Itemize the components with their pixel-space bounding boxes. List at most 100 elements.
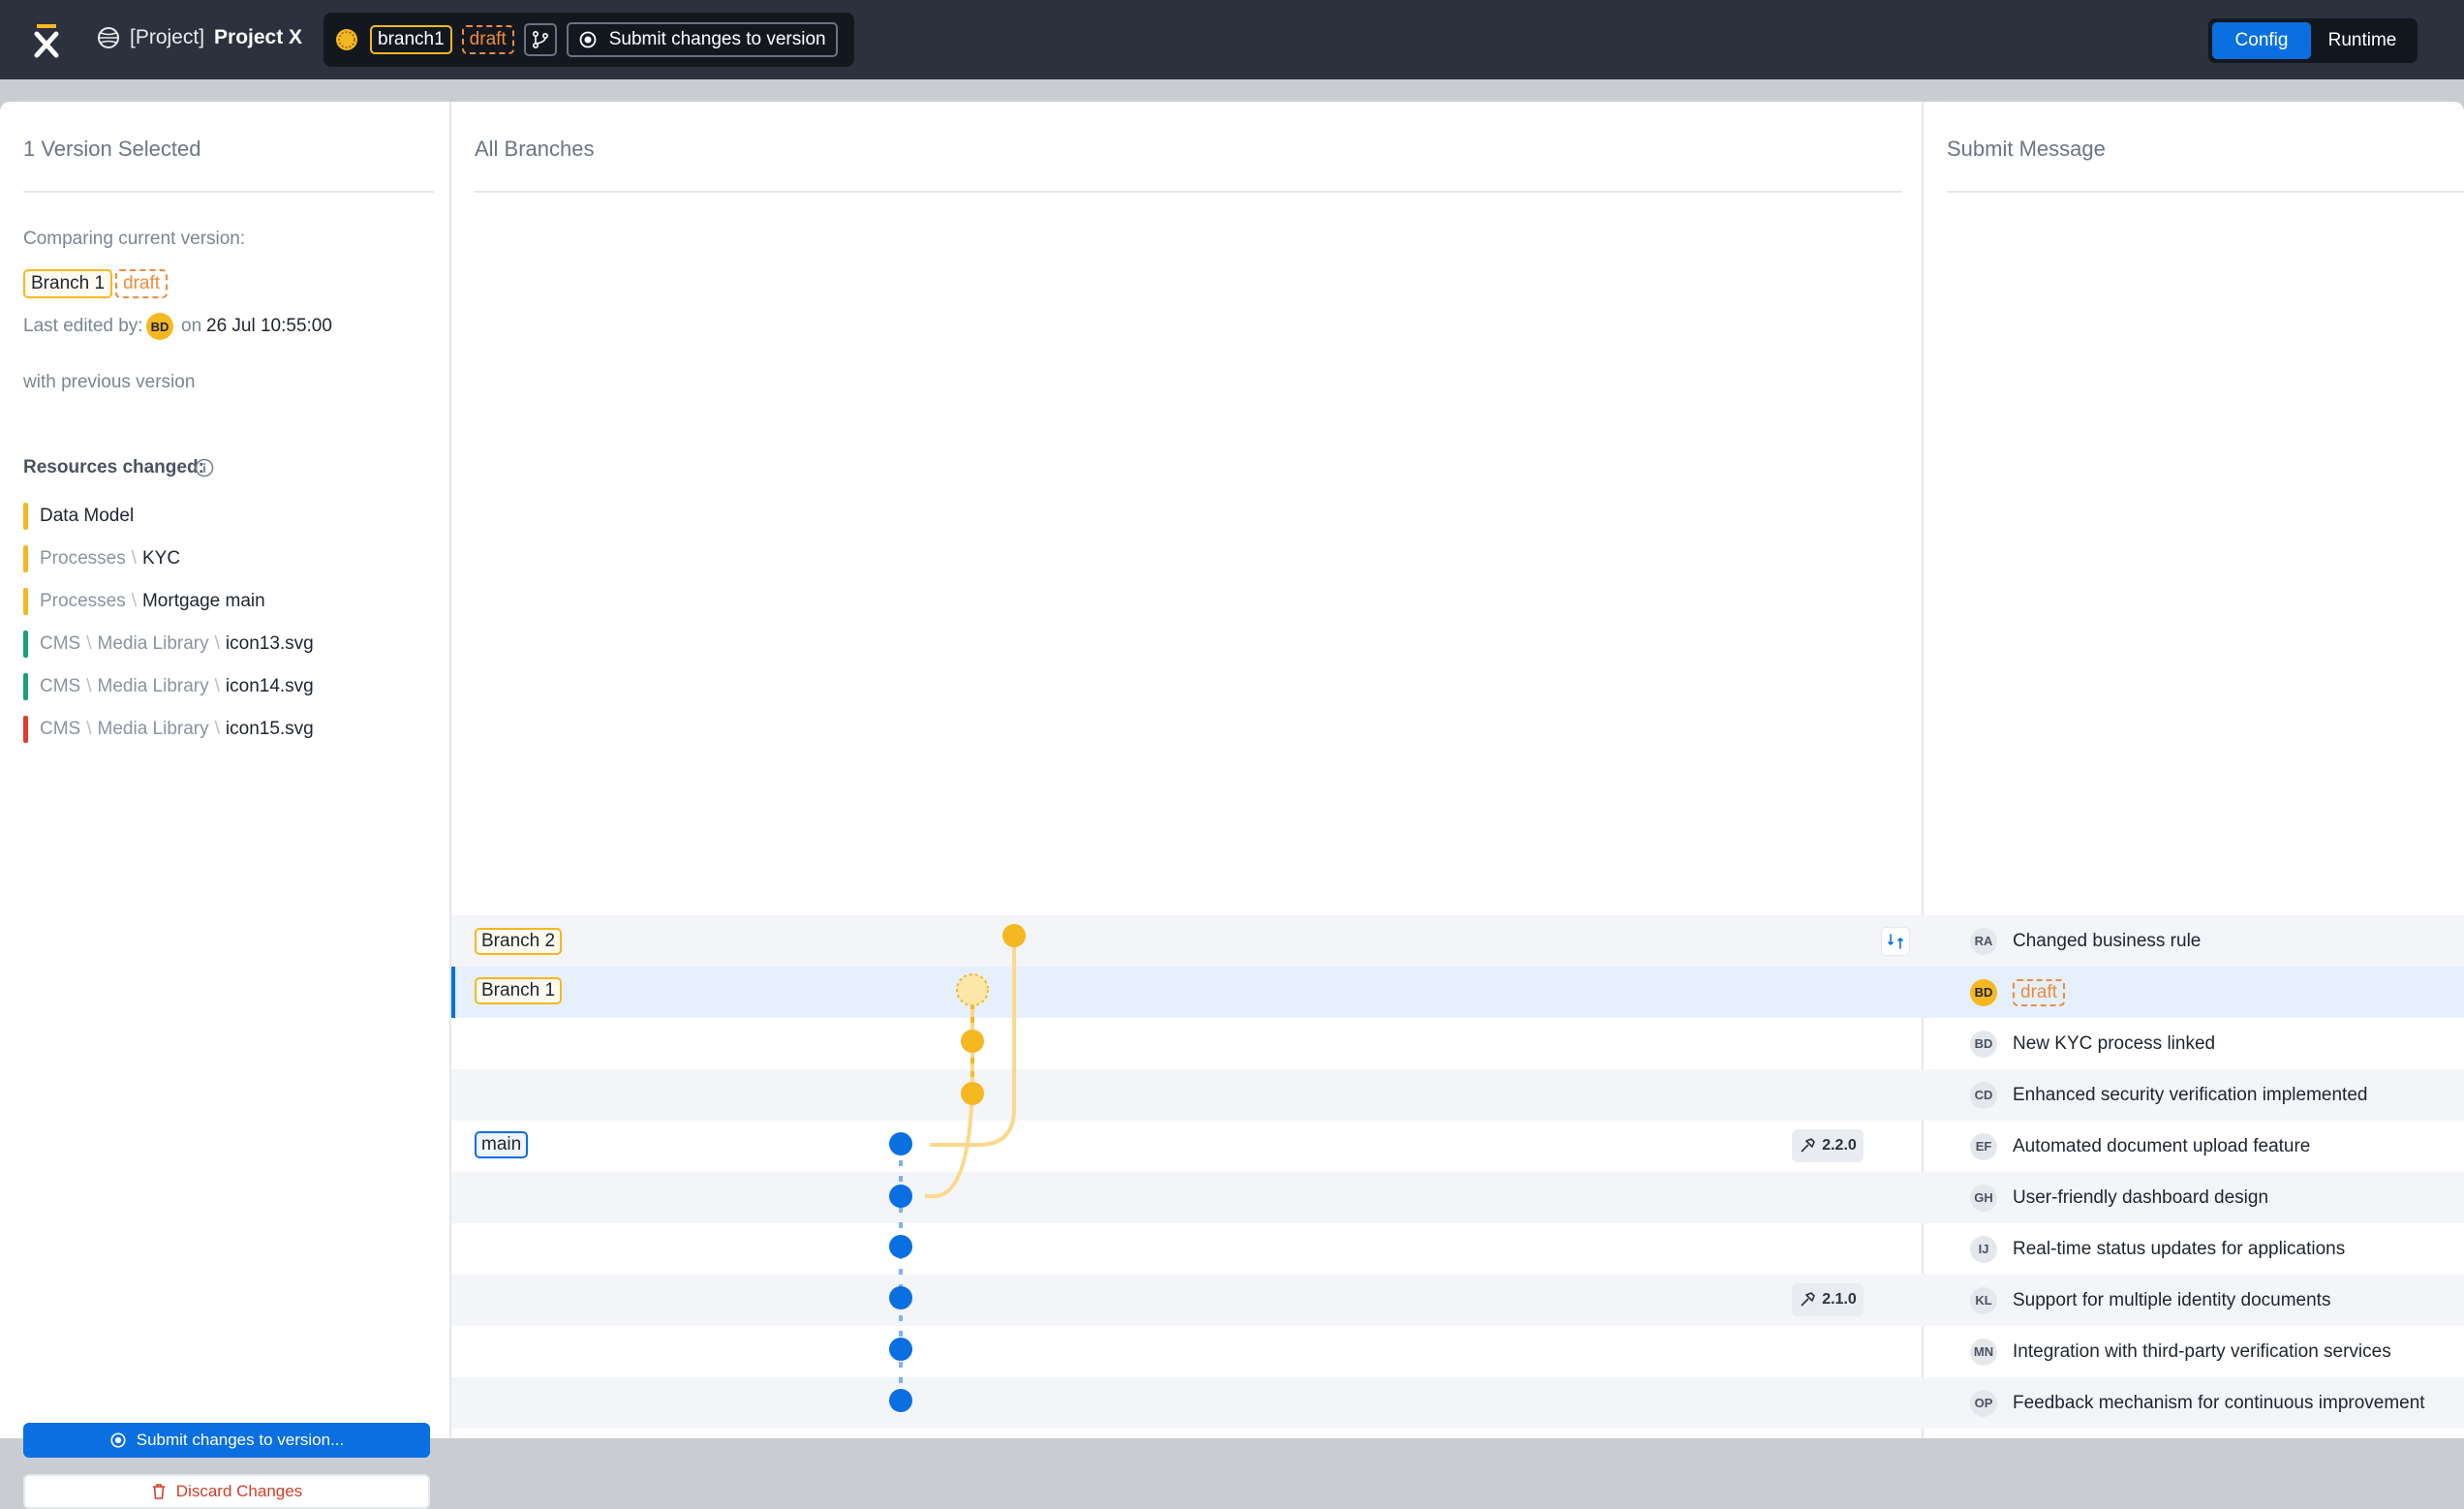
resource-path: Media Library <box>97 633 209 654</box>
submit-message-panel: Submit Message RA Changed business rule BD… <box>1924 102 2464 1438</box>
resource-item[interactable]: CMS \ Media Library \ icon13.svg <box>23 631 314 658</box>
commit-node[interactable] <box>889 1132 912 1155</box>
message-row[interactable]: KL Support for multiple identity document… <box>1924 1275 2464 1326</box>
project-prefix: [Project] <box>130 26 205 48</box>
version-details-panel: 1 Version Selected Comparing current ver… <box>0 102 451 1509</box>
resource-path: CMS <box>40 719 81 739</box>
branch-toolbar: branch1 draft Submit changes to version <box>323 13 854 67</box>
message-row[interactable]: BD draft <box>1924 967 2464 1018</box>
resource-item[interactable]: CMS \ Media Library \ icon14.svg <box>23 673 314 700</box>
project-name: Project X <box>214 26 303 48</box>
resource-item[interactable]: Data Model <box>23 503 134 530</box>
record-icon <box>110 1432 126 1448</box>
app-logo-icon[interactable] <box>27 21 66 60</box>
commit-node[interactable] <box>889 1185 912 1208</box>
message-row[interactable]: RA Changed business rule <box>1924 915 2464 967</box>
resources-label: Resources changed: <box>23 457 204 477</box>
info-icon[interactable] <box>194 457 215 478</box>
mode-config-button[interactable]: Config <box>2212 22 2311 59</box>
compare-draft-badge: draft <box>115 269 169 298</box>
panel-title: Submit Message <box>1947 137 2106 161</box>
compare-branch-badge: Branch 1 <box>23 269 113 298</box>
current-branch-badge[interactable]: branch1 <box>370 25 452 54</box>
commit-node[interactable] <box>961 1082 984 1105</box>
on-label: on <box>181 316 202 336</box>
commit-node[interactable] <box>889 1235 912 1258</box>
resource-name: Data Model <box>40 506 135 526</box>
globe-icon <box>98 27 119 48</box>
resource-path: CMS <box>40 633 81 654</box>
path-separator: \ <box>86 719 92 739</box>
resource-status-bar <box>23 716 28 743</box>
path-separator: \ <box>214 633 220 654</box>
resource-path: Processes <box>40 591 126 611</box>
resource-name: KYC <box>141 548 181 569</box>
path-separator: \ <box>214 676 220 696</box>
avatar: BD <box>1970 1030 1997 1058</box>
resource-item[interactable]: Processes \ KYC <box>23 545 180 572</box>
mode-runtime-button[interactable]: Runtime <box>2311 22 2414 59</box>
resource-status-bar <box>23 673 28 700</box>
last-edited-label: Last edited by: <box>23 316 143 336</box>
resource-path: CMS <box>40 676 81 696</box>
avatar: BD <box>146 313 173 340</box>
edited-date: 26 Jul 10:55:00 <box>206 316 332 336</box>
resource-status-bar <box>23 503 28 530</box>
draft-status-badge: draft <box>461 25 514 54</box>
resource-status-bar <box>23 588 28 615</box>
branch-graph-button[interactable] <box>523 23 557 56</box>
resource-item[interactable]: CMS \ Media Library \ icon15.svg <box>23 716 314 743</box>
resource-status-bar <box>23 631 28 658</box>
avatar: GH <box>1970 1184 1997 1212</box>
message-row[interactable]: EF Automated document upload feature <box>1924 1121 2464 1172</box>
project-breadcrumb[interactable]: [Project] Project X <box>97 26 302 49</box>
message-text: Support for multiple identity documents <box>2013 1289 2331 1310</box>
resource-item[interactable]: Processes \ Mortgage main <box>23 588 265 615</box>
draft-status-badge: draft <box>2013 978 2066 1006</box>
message-text: Real-time status updates for application… <box>2013 1238 2346 1259</box>
commit-node[interactable] <box>961 1030 984 1053</box>
message-text: Changed business rule <box>2013 930 2202 951</box>
message-row[interactable]: OP Feedback mechanism for continuous impr… <box>1924 1377 2464 1429</box>
message-row[interactable]: MN Integration with third-party verificat… <box>1924 1326 2464 1377</box>
discard-changes-button[interactable]: Discard Changes <box>23 1474 430 1509</box>
path-separator: \ <box>131 591 137 611</box>
path-separator: \ <box>86 633 92 654</box>
submit-changes-button[interactable]: Submit changes to version... <box>23 1423 430 1458</box>
comparing-label: Comparing current version: <box>23 229 246 249</box>
path-separator: \ <box>86 676 92 696</box>
commit-node[interactable] <box>889 1286 912 1309</box>
message-text: User-friendly dashboard design <box>2013 1186 2269 1208</box>
git-branch-icon <box>532 30 548 49</box>
toolbar-submit-button[interactable]: Submit changes to version <box>566 22 838 57</box>
avatar: IJ <box>1970 1235 1997 1263</box>
resource-name: icon14.svg <box>225 676 314 696</box>
mode-toggle: Config Runtime <box>2208 18 2418 63</box>
branch-status-icon <box>336 29 357 50</box>
message-text: Feedback mechanism for continuous improv… <box>2013 1392 2425 1413</box>
avatar: KL <box>1970 1286 1997 1314</box>
branches-panel: All Branches Branch 2 Branch 1 main 2.2.… <box>451 102 1924 1438</box>
toolbar-submit-label: Submit changes to version <box>608 29 826 49</box>
commit-node[interactable] <box>1002 924 1026 947</box>
submit-changes-label: Submit changes to version... <box>136 1431 345 1449</box>
resource-name: Mortgage main <box>141 591 265 611</box>
avatar: MN <box>1970 1338 1997 1366</box>
trash-icon <box>152 1484 165 1499</box>
resource-path: Processes <box>40 548 126 569</box>
message-row[interactable]: GH User-friendly dashboard design <box>1924 1172 2464 1223</box>
divider <box>1947 191 2464 193</box>
panel-title: 1 Version Selected <box>23 137 201 161</box>
commit-node[interactable] <box>889 1389 912 1412</box>
discard-changes-label: Discard Changes <box>175 1482 303 1500</box>
record-icon <box>579 31 597 48</box>
resource-status-bar <box>23 545 28 572</box>
message-row[interactable]: CD Enhanced security verification impleme… <box>1924 1069 2464 1121</box>
message-row[interactable]: IJ Real-time status updates for applicati… <box>1924 1223 2464 1275</box>
previous-version-label: with previous version <box>23 372 196 392</box>
message-row[interactable]: BD New KYC process linked <box>1924 1018 2464 1069</box>
avatar: EF <box>1970 1132 1997 1160</box>
avatar: CD <box>1970 1081 1997 1109</box>
draft-commit-node[interactable] <box>956 973 989 1006</box>
commit-node[interactable] <box>889 1338 912 1361</box>
